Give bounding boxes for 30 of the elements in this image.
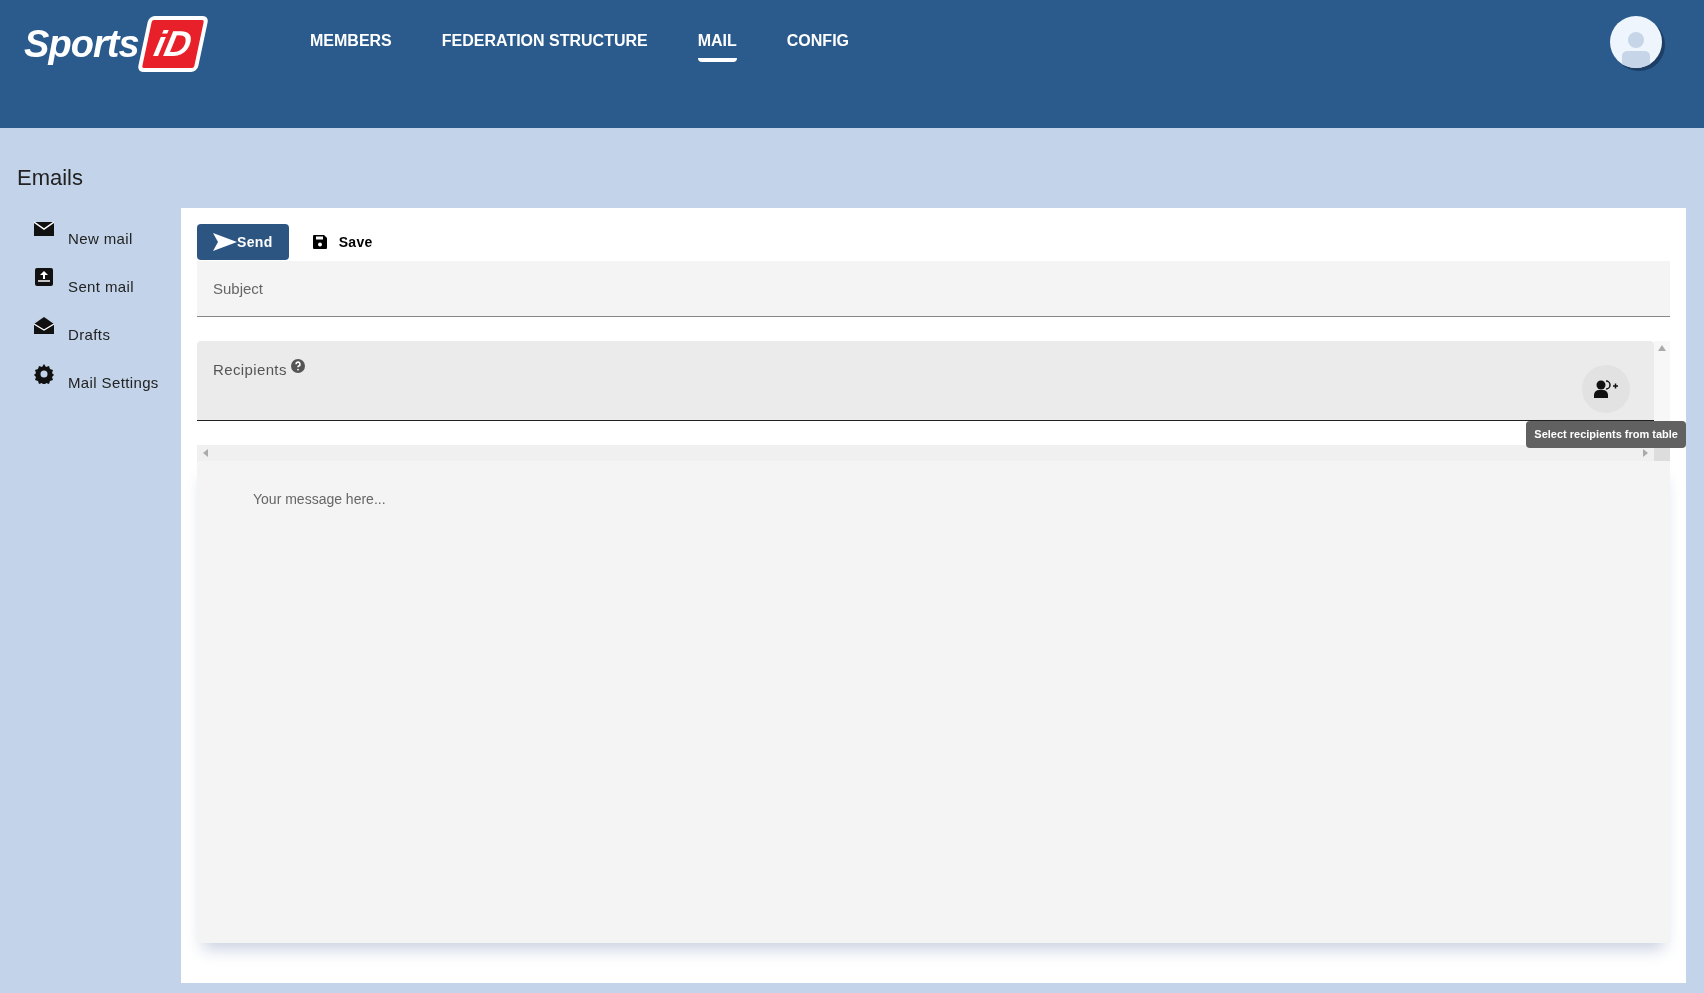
- send-icon: [213, 233, 237, 251]
- scroll-up-icon[interactable]: [1658, 345, 1666, 351]
- send-button[interactable]: Send: [197, 224, 289, 260]
- outbox-icon: [34, 268, 54, 288]
- message-field[interactable]: Your message here...: [197, 461, 1670, 943]
- nav-tab[interactable]: CONFIG: [786, 29, 850, 62]
- logo[interactable]: Sports iD: [24, 12, 254, 76]
- page-title: Emails: [17, 164, 84, 192]
- nav-tab[interactable]: MEMBERS: [310, 29, 392, 62]
- help-icon[interactable]: [290, 359, 305, 373]
- sidebar-item[interactable]: New mail: [34, 220, 181, 250]
- sidebar-item[interactable]: Drafts: [34, 316, 181, 346]
- tooltip: Select recipients from table: [1526, 421, 1686, 448]
- add-user-icon: [1594, 380, 1618, 398]
- avatar[interactable]: [1610, 16, 1662, 68]
- gear-icon: [34, 364, 54, 384]
- scroll-right-icon[interactable]: [1643, 449, 1648, 457]
- open-envelope-icon: [34, 316, 54, 336]
- sidebar-item[interactable]: Mail Settings: [34, 364, 181, 394]
- save-button[interactable]: Save: [312, 224, 373, 260]
- subject-field[interactable]: Subject: [197, 261, 1670, 317]
- select-recipients-button[interactable]: [1582, 365, 1630, 413]
- scrollbar[interactable]: [1654, 341, 1670, 421]
- nav-tab[interactable]: FEDERATION STRUCTURE: [441, 29, 648, 62]
- scroll-left-icon[interactable]: [203, 449, 208, 457]
- nav-tab[interactable]: MAIL: [697, 29, 737, 62]
- logo-word: Sports: [24, 21, 139, 67]
- sidebar-item[interactable]: Sent mail: [34, 268, 181, 298]
- recipients-label: Recipients: [213, 360, 287, 380]
- recipients-field[interactable]: Recipients: [197, 341, 1654, 421]
